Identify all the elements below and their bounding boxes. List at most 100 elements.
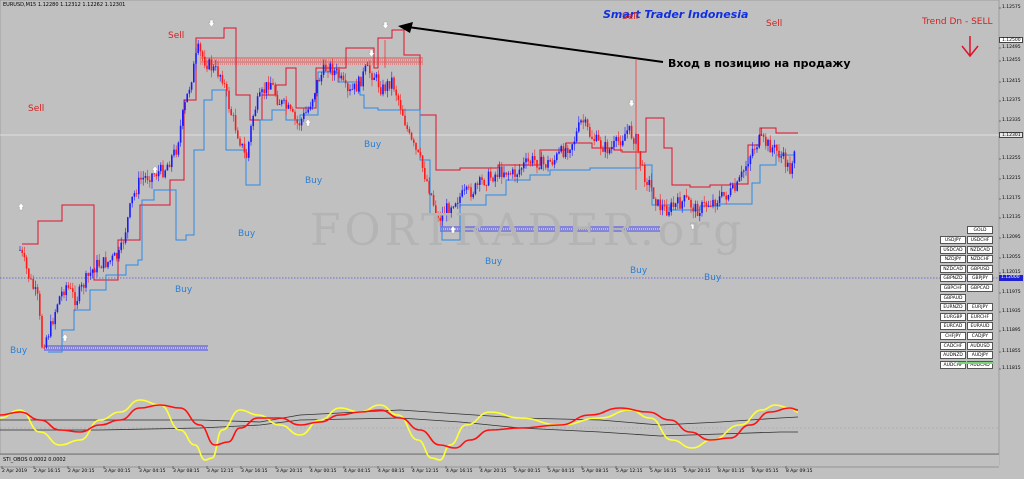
pair-button[interactable]: USDCAD: [940, 245, 966, 254]
pair-button[interactable]: USDJPY: [940, 236, 966, 244]
pair-button[interactable]: EURNZD: [940, 303, 966, 312]
pair-button[interactable]: USDCHF: [967, 236, 993, 244]
candle-body: [498, 166, 501, 177]
candle-body: [582, 120, 584, 123]
candle-body: [173, 149, 175, 156]
pair-button[interactable]: GBPNZD: [940, 274, 966, 283]
candle-body: [210, 59, 213, 71]
candle-body: [503, 172, 505, 178]
candle-body: [527, 158, 529, 162]
watermark: FORTRADER.org: [310, 205, 746, 256]
pair-button[interactable]: GBPJPY: [967, 274, 993, 283]
time-axis-label: 5 Apr 12:15: [616, 469, 643, 474]
candle-body: [201, 51, 204, 57]
pair-button[interactable]: GBPCHF: [940, 284, 966, 292]
candle-body: [589, 126, 591, 137]
candle-body: [149, 180, 151, 182]
candle-body: [600, 140, 602, 149]
pair-button[interactable]: CADCHF: [940, 341, 966, 350]
candle-body: [296, 119, 298, 124]
signal-label-buy: Buy: [10, 346, 28, 356]
candle-body: [564, 148, 567, 158]
candle-body: [516, 174, 518, 177]
price-scale-label: 1.12455: [1002, 58, 1021, 63]
price-scale-label: 1.12255: [1002, 156, 1021, 161]
pair-button[interactable]: EURCHF: [967, 312, 993, 321]
pair-button[interactable]: EURAUD: [967, 322, 993, 331]
candle-body: [496, 174, 499, 177]
up-arrow-icon: [304, 118, 312, 127]
pair-button[interactable]: NZDCAD: [940, 264, 966, 273]
sell-zone: [200, 57, 423, 65]
pair-button[interactable]: AUDNZD: [940, 351, 966, 360]
candle-body: [509, 173, 512, 175]
candle-body: [316, 79, 318, 94]
price-scale-label: 1.12215: [1002, 176, 1021, 181]
candle-body: [105, 257, 107, 268]
candle-body: [406, 125, 408, 130]
candle-body: [182, 110, 184, 126]
candle-body: [80, 284, 83, 287]
pair-button[interactable]: CADJPY: [967, 332, 993, 340]
time-axis-label: 4 Apr 04:15: [344, 469, 371, 474]
candle-body: [424, 167, 426, 180]
pair-button[interactable]: GBPCAD: [967, 284, 993, 292]
pair-button[interactable]: GBPUSD: [967, 264, 993, 273]
pair-button[interactable]: AUDUSD: [967, 341, 993, 350]
candle-body: [472, 194, 474, 198]
candle-body: [474, 183, 477, 195]
candle-body: [780, 156, 782, 158]
time-axis-label: 3 Apr 20:15: [276, 469, 303, 474]
candle-body: [366, 65, 369, 67]
candle-body: [208, 59, 210, 70]
pair-button[interactable]: NZDCHF: [967, 255, 993, 264]
candle-body: [542, 156, 545, 165]
pair-button[interactable]: NZDJPY: [940, 255, 966, 264]
candle-body: [369, 65, 371, 74]
candle-body: [536, 159, 538, 168]
candle-body: [111, 255, 114, 261]
candle-body: [593, 139, 595, 141]
candle-body: [122, 242, 125, 244]
candle-body: [307, 109, 309, 113]
candle-body: [98, 259, 100, 267]
candle-body: [560, 146, 562, 152]
candle-body: [151, 173, 153, 182]
candle-body: [778, 150, 780, 158]
pair-button[interactable]: AUDJPY: [967, 351, 993, 360]
candle-body: [362, 71, 364, 87]
pair-button[interactable]: CHFJPY: [940, 332, 966, 340]
candle-body: [514, 169, 516, 177]
pair-button[interactable]: EURGBP: [940, 312, 966, 321]
signal-label-buy: Buy: [305, 176, 323, 186]
candle-body: [349, 89, 351, 92]
pair-button[interactable]: EURJPY: [967, 303, 993, 312]
candle-body: [195, 53, 197, 64]
time-axis-label: 4 Apr 08:15: [378, 469, 405, 474]
candle-body: [421, 155, 424, 168]
time-axis-label: 3 Apr 12:15: [207, 469, 234, 474]
candle-body: [76, 301, 78, 306]
candle-body: [505, 172, 507, 175]
pair-button[interactable]: GBPAUD: [940, 293, 966, 302]
candle-body: [292, 108, 294, 112]
candle-body: [309, 106, 312, 110]
price-scale-label: 1.12095: [1002, 235, 1021, 240]
candle-body: [232, 115, 235, 116]
candle-body: [96, 259, 98, 273]
time-axis-label: 2 Apr 20:15: [68, 469, 95, 474]
candle-body: [611, 147, 613, 150]
pair-button[interactable]: NZDCAD: [967, 245, 993, 254]
candle-body: [747, 164, 749, 167]
candle-body: [223, 83, 226, 85]
pair-button-gold[interactable]: GOLD: [967, 226, 993, 234]
candle-body: [164, 170, 166, 178]
candle-body: [261, 89, 263, 93]
candle-body: [789, 162, 791, 174]
candle-body: [263, 89, 265, 94]
candle-body: [395, 89, 397, 96]
candle-body: [624, 133, 626, 141]
candle-body: [773, 144, 776, 148]
pair-button[interactable]: EURCAD: [940, 322, 966, 331]
candle-body: [325, 64, 327, 72]
